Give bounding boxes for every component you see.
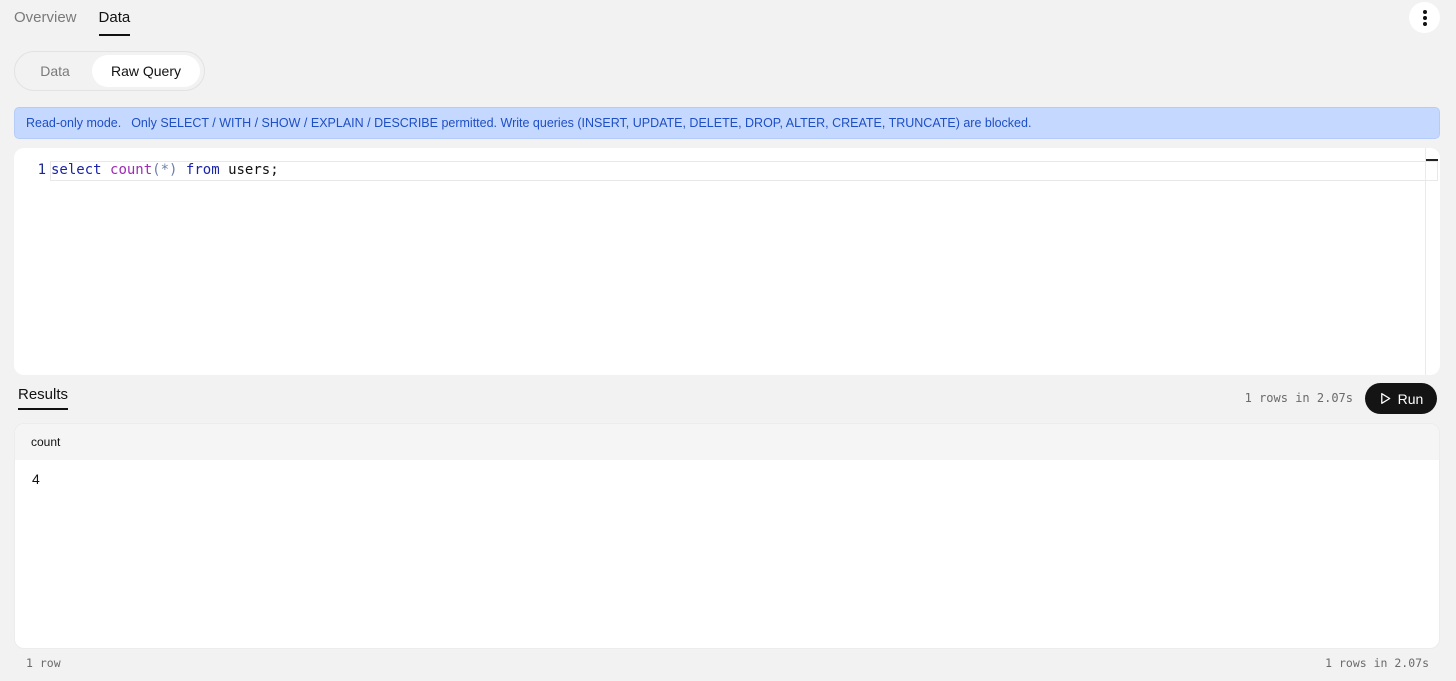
query-status: 1 rows in 2.07s [1244, 391, 1353, 405]
tab-results[interactable]: Results [18, 386, 69, 410]
run-button-label: Run [1397, 390, 1424, 407]
editor-scrollbar[interactable] [1425, 148, 1426, 375]
query-mode-toggle: Data Raw Query [14, 51, 205, 91]
vertical-ellipsis-icon-dot [1422, 15, 1427, 20]
row-count: 1 row [26, 656, 61, 670]
tab-overview[interactable]: Overview [14, 0, 77, 36]
footer-status: 1 rows in 2.07s [1325, 656, 1429, 670]
vertical-ellipsis-icon-dot [1422, 21, 1427, 26]
more-options-button[interactable] [1409, 2, 1440, 33]
mode-raw-query-button[interactable]: Raw Query [92, 55, 200, 87]
vertical-ellipsis-icon [1422, 9, 1427, 14]
banner-text: Only SELECT / WITH / SHOW / EXPLAIN / DE… [131, 116, 1032, 130]
banner-lead: Read-only mode. [26, 116, 122, 130]
table-cell[interactable]: 4 [32, 471, 40, 487]
keyword-token: select [51, 162, 102, 178]
read-only-banner: Read-only mode. Only SELECT / WITH / SHO… [14, 107, 1440, 139]
sql-editor[interactable]: 1 select count(*) from users; [14, 148, 1440, 375]
column-header-count[interactable]: count [31, 435, 60, 449]
run-button[interactable]: Run [1365, 383, 1437, 414]
play-icon [1380, 393, 1390, 404]
top-tab-bar: Overview Data [14, 0, 130, 36]
table-row: 4 [15, 460, 1439, 498]
mode-data-button[interactable]: Data [18, 55, 92, 87]
function-token: count [110, 162, 153, 178]
code-line[interactable]: select count(*) from users; [51, 162, 279, 178]
results-table: count 4 [14, 423, 1440, 649]
table-header: count [15, 424, 1439, 460]
scrollbar-cursor-marker [1426, 159, 1438, 161]
operator-token: (*) [152, 162, 178, 178]
tab-data[interactable]: Data [98, 0, 130, 36]
line-number: 1 [37, 162, 46, 178]
keyword-token: from [185, 162, 220, 178]
identifier-token: users; [228, 162, 279, 178]
